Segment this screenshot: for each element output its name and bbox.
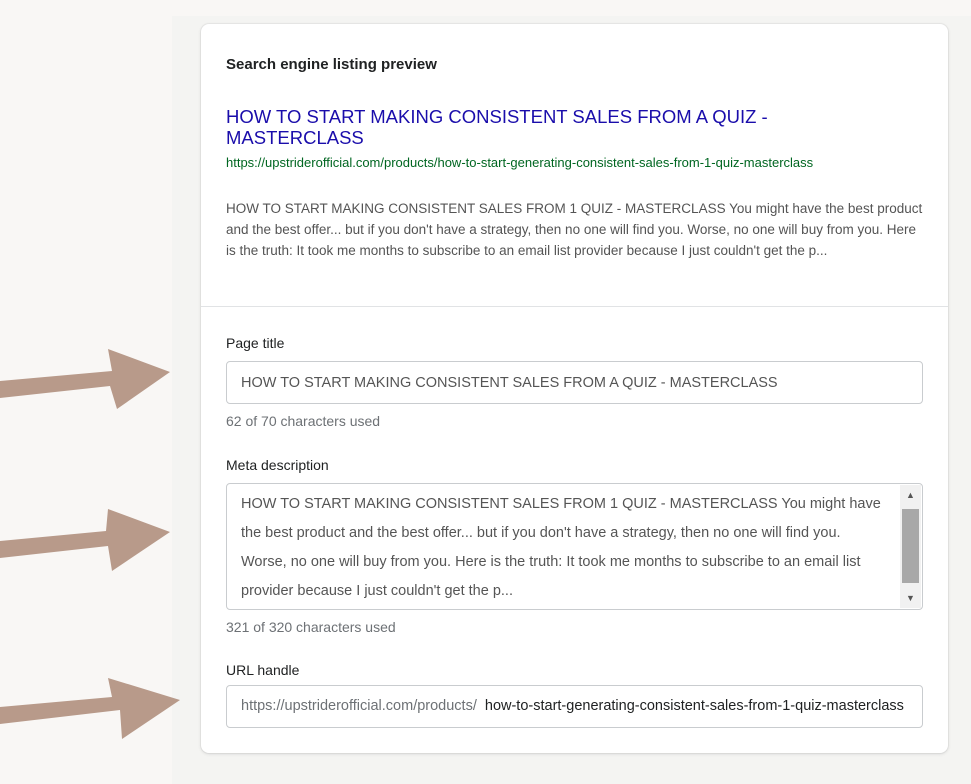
arrow-page-title-icon [0, 349, 170, 409]
arrow-meta-description-icon [0, 509, 170, 571]
arrow-url-handle-icon [0, 678, 180, 739]
annotation-arrows [0, 349, 180, 739]
